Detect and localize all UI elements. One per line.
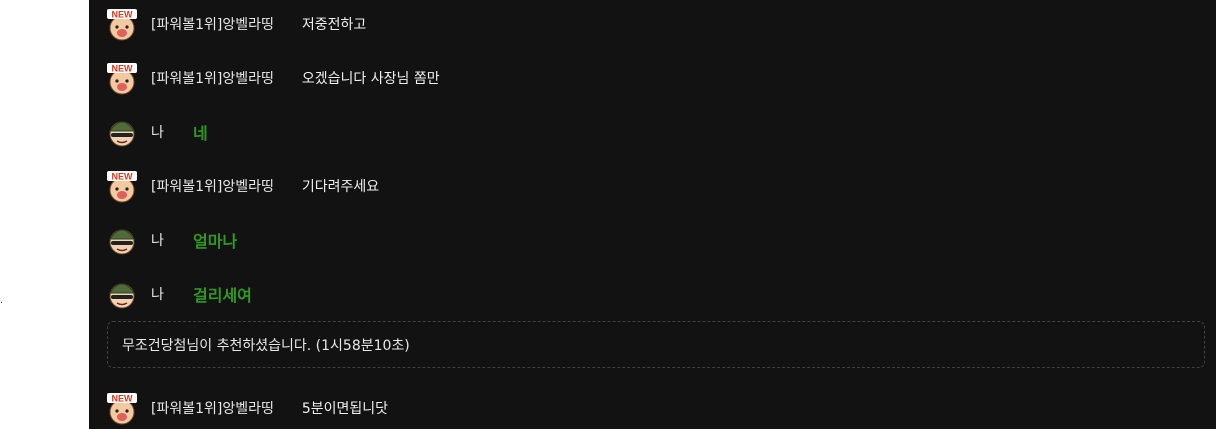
system-notice: 무조건당첨님이 추천하셨습니다. (1시58분10초) — [107, 321, 1205, 368]
new-badge-label: NEW — [112, 394, 134, 404]
message-text: 얼마나 — [193, 232, 238, 251]
new-user-avatar-icon: NEW — [105, 169, 139, 203]
sender-name[interactable]: [파워볼1위]앙벨라띵 — [151, 176, 274, 196]
sender-name[interactable]: [파워볼1위]앙벨라띵 — [151, 68, 274, 88]
message-text: 5분이면됩니닷 — [301, 401, 389, 417]
new-badge-label: NEW — [112, 64, 134, 74]
new-user-avatar-icon: NEW — [105, 7, 139, 41]
chat-message-mine: 나 네 — [105, 114, 208, 150]
chat-message: NEW [파워볼1위]앙벨라띵 기다려주세요 — [105, 168, 379, 204]
sender-name: 나 — [151, 233, 164, 249]
message-text: 저중전하고 — [301, 17, 367, 33]
new-user-avatar-icon: NEW — [105, 391, 139, 425]
chat-message: NEW [파워볼1위]앙벨라띵 5분이면됩니닷 — [105, 390, 388, 426]
sender-name[interactable]: [파워볼1위]앙벨라띵 — [151, 398, 274, 418]
chat-message: NEW [파워볼1위]앙벨라띵 저중전하고 — [105, 6, 366, 42]
message-text: 걸리세여 — [193, 286, 252, 305]
soldier-avatar-icon — [105, 277, 139, 311]
chat-message-mine: 나 얼마나 — [105, 222, 237, 258]
message-text: 기다려주세요 — [301, 179, 380, 195]
sender-name[interactable]: [파워볼1위]앙벨라띵 — [151, 14, 274, 34]
new-badge-label: NEW — [112, 172, 134, 182]
message-text: 네 — [193, 124, 208, 143]
message-text: 오겠습니다 사장님 쫌만 — [301, 71, 440, 87]
gutter-marker: . — [0, 295, 4, 306]
soldier-avatar-icon — [105, 223, 139, 257]
system-notice-text: 무조건당첨님이 추천하셨습니다. (1시58분10초) — [122, 337, 410, 354]
new-user-avatar-icon: NEW — [105, 61, 139, 95]
soldier-avatar-icon — [105, 115, 139, 149]
new-badge-label: NEW — [112, 10, 134, 20]
left-gutter: . — [0, 0, 89, 429]
sender-name: 나 — [151, 125, 164, 141]
chat-message-mine: 나 걸리세여 — [105, 276, 252, 312]
sender-name: 나 — [151, 287, 164, 303]
chat-panel: NEW [파워볼1위]앙벨라띵 저중전하고 NEW [파워볼1위]앙벨라띵 오겠… — [89, 0, 1216, 429]
chat-message: NEW [파워볼1위]앙벨라띵 오겠습니다 사장님 쫌만 — [105, 60, 440, 96]
